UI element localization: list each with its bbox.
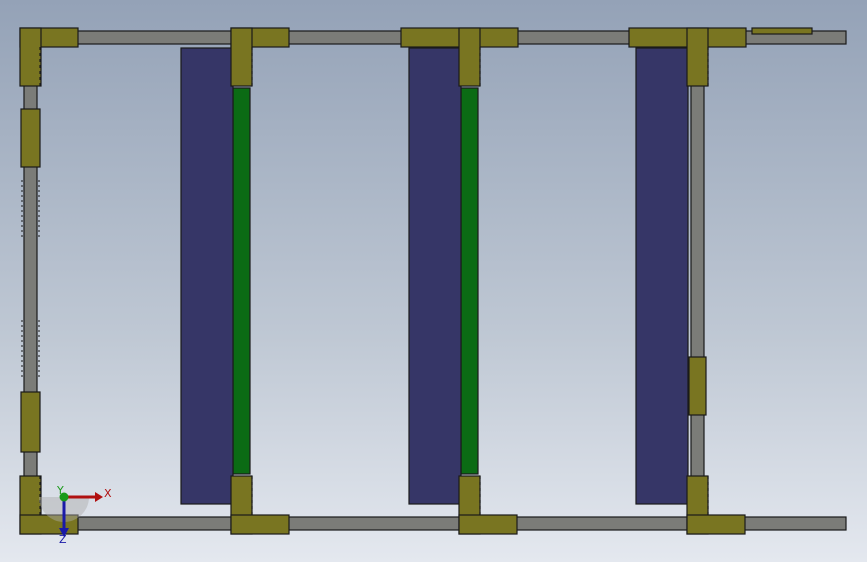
connector-bottom-1[interactable]: [230, 475, 290, 535]
connector-left-1[interactable]: [20, 108, 41, 168]
connector-top-right-end[interactable]: [751, 27, 813, 35]
connector-bottom-3[interactable]: [686, 475, 746, 535]
left-post[interactable]: [23, 30, 38, 531]
connector-bottom-2[interactable]: [458, 475, 518, 535]
connector-top-1[interactable]: [230, 27, 290, 87]
x-axis-label: X: [104, 487, 112, 500]
panel-2[interactable]: [408, 47, 462, 505]
y-axis-label: Y: [56, 484, 64, 497]
z-axis-label: Z: [59, 533, 67, 546]
reference-triad: X Y Z: [39, 484, 112, 546]
panel-1[interactable]: [180, 47, 234, 505]
panel-3[interactable]: [635, 47, 689, 505]
cad-graphics-area[interactable]: X Y Z: [0, 0, 867, 562]
connector-right-1[interactable]: [688, 356, 707, 416]
connector-left-2[interactable]: [20, 391, 41, 453]
x-axis-arrowhead: [95, 492, 103, 502]
right-post[interactable]: [690, 30, 705, 531]
frame-assembly-model[interactable]: X Y Z: [0, 0, 867, 562]
green-bar-2[interactable]: [460, 87, 479, 475]
connector-top-left[interactable]: [19, 27, 79, 87]
green-bar-1[interactable]: [232, 87, 251, 475]
